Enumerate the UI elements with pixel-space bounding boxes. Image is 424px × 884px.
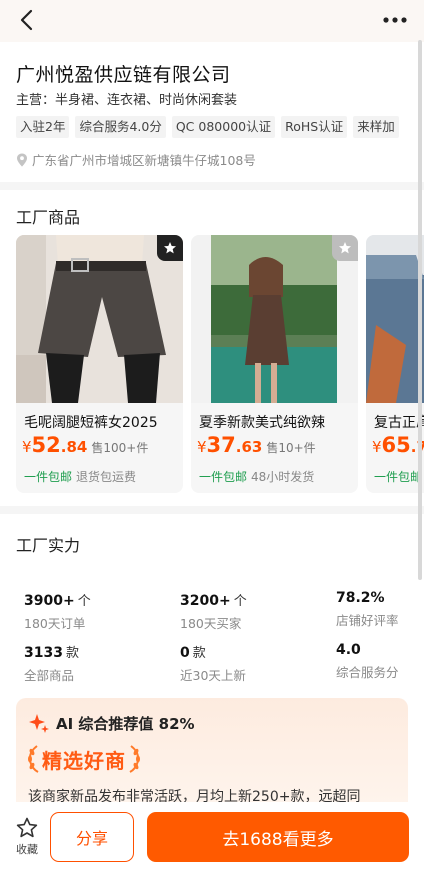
star-outline-icon [16,817,38,838]
top-bar [0,0,424,42]
stat-service-score: 4.0 综合服务分 [336,642,399,681]
product-card[interactable]: 夏季新款美式纯欲辣 ¥ 37 .63 售10+件 一件包邮 48小时发货 [191,235,358,493]
product-card[interactable]: 复古正肩 ¥ 65 .7 一件包邮 [366,235,424,493]
stat-new-products: 0款 近30天上新 [180,642,246,684]
section-title-strength: 工厂实力 [16,536,81,555]
favorite-badge[interactable] [157,235,183,261]
chevron-left-icon[interactable] [16,8,38,32]
stat-label: 全部商品 [24,668,75,683]
service-label: 退货包运费 [76,470,137,484]
tag-rohs-cert: RoHS认证 [281,116,348,138]
collect-label: 收藏 [16,843,38,856]
sold-count: 售10+件 [266,441,316,455]
stat-orders: 3900+ 个 180天订单 [24,590,91,632]
stat-rating: 78.2% 店铺好评率 [336,590,399,629]
product-price: ¥ 37 .63 售10+件 [197,433,316,457]
shipping-info: 一件包邮 退货包运费 [24,468,136,485]
price-symbol: ¥ [22,438,32,456]
tag-sample: 来样加 [353,116,399,138]
company-tags: 入驻2年 综合服务4.0分 QC 080000认证 RoHS认证 来样加 [16,116,399,138]
company-address[interactable]: 广东省广州市增城区新塘镇牛仔城108号 [16,150,256,169]
product-price: ¥ 65 .7 [372,433,424,457]
address-text: 广东省广州市增城区新塘镇牛仔城108号 [32,153,256,168]
view-more-on-1688-button[interactable]: 去1688看更多 [147,812,409,862]
stat-all-products: 3133 款 全部商品 [24,642,79,684]
stat-label: 店铺好评率 [336,613,399,628]
product-image [16,235,183,403]
free-shipping-label: 一件包邮 [199,470,248,484]
product-image [366,235,424,403]
product-title: 复古正肩 [374,415,424,431]
price-symbol: ¥ [197,438,207,456]
product-card[interactable]: 毛呢阔腿短裤女2025 ¥ 52 .84 售100+件 一件包邮 退货包运费 [16,235,183,493]
stat-label: 180天买家 [180,616,242,631]
price-integer: 52 [31,433,61,457]
main-business: 主营：半身裙、连衣裙、时尚休闲套装 [16,93,238,108]
collect-button[interactable]: 收藏 [12,816,42,857]
tag-service-score: 综合服务4.0分 [75,116,166,138]
company-name: 广州悦盈供应链有限公司 [16,64,231,86]
company-info: 广州悦盈供应链有限公司 主营：半身裙、连衣裙、时尚休闲套装 入驻2年 综合服务4… [0,42,424,182]
selected-merchant-badge: 精选好商 [26,744,142,774]
stat-unit: 款 [192,646,206,661]
price-integer: 37 [206,433,236,457]
laurel-right-icon [129,745,140,773]
stat-label: 综合服务分 [336,665,399,680]
ai-score-label: AI 综合推荐值 82% [56,714,195,733]
price-symbol: ¥ [372,438,382,456]
factory-products-section: 工厂商品 毛呢阔腿短裤女2025 ¥ 52 .84 售100+件 一件包邮 退货… [0,190,424,506]
location-pin-icon [17,153,27,166]
stat-label: 180天订单 [24,616,86,631]
laurel-left-icon [28,745,39,773]
stat-value: 3133 [24,645,63,661]
more-dots-icon[interactable] [382,16,408,24]
stat-value: 78.2% [336,590,385,606]
ai-score-header: AI 综合推荐值 82% [28,712,195,734]
shipping-info: 一件包邮 [374,468,422,485]
badge-text: 精选好商 [42,748,126,773]
stat-value: 4.0 [336,642,361,658]
tag-qc-cert: QC 080000认证 [171,116,276,138]
product-image [191,235,358,403]
stat-value: 0 [180,645,190,661]
free-shipping-label: 一件包邮 [374,470,423,484]
stat-buyers: 3200+ 个 180天买家 [180,590,247,632]
price-decimal: .84 [60,438,88,456]
product-carousel[interactable]: 毛呢阔腿短裤女2025 ¥ 52 .84 售100+件 一件包邮 退货包运费 夏… [16,235,424,493]
service-label: 48小时发货 [251,470,315,484]
tag-years: 入驻2年 [16,116,70,138]
product-title: 夏季新款美式纯欲辣 [199,415,325,431]
stat-value: 3900+ [24,593,75,609]
share-button[interactable]: 分享 [50,812,134,862]
stat-label: 近30天上新 [180,668,246,683]
favorite-badge[interactable] [332,235,358,261]
star-icon [164,242,176,254]
sold-count: 售100+件 [91,441,149,455]
product-price: ¥ 52 .84 售100+件 [22,433,148,457]
price-integer: 65 [381,433,411,457]
product-title: 毛呢阔腿短裤女2025 [24,415,158,431]
stat-value: 3200+ [180,593,231,609]
scrollbar[interactable] [418,40,422,580]
section-title-products: 工厂商品 [16,208,81,227]
free-shipping-label: 一件包邮 [24,470,73,484]
sparkle-icon [29,714,49,733]
star-icon [339,242,351,254]
stat-unit: 个 [233,594,247,609]
stat-unit: 款 [65,646,79,661]
ai-recommendation-card[interactable]: AI 综合推荐值 82% 精选好商 该商家新品发布非常活跃，月均上新250+款，… [16,698,408,814]
stat-unit: 个 [77,594,91,609]
factory-strength-section: 工厂实力 3900+ 个 180天订单 3200+ 个 180天买家 78.2% 店… [0,514,424,814]
price-decimal: .63 [235,438,263,456]
shipping-info: 一件包邮 48小时发货 [199,468,314,485]
bottom-action-bar: 收藏 分享 去1688看更多 [0,802,424,884]
